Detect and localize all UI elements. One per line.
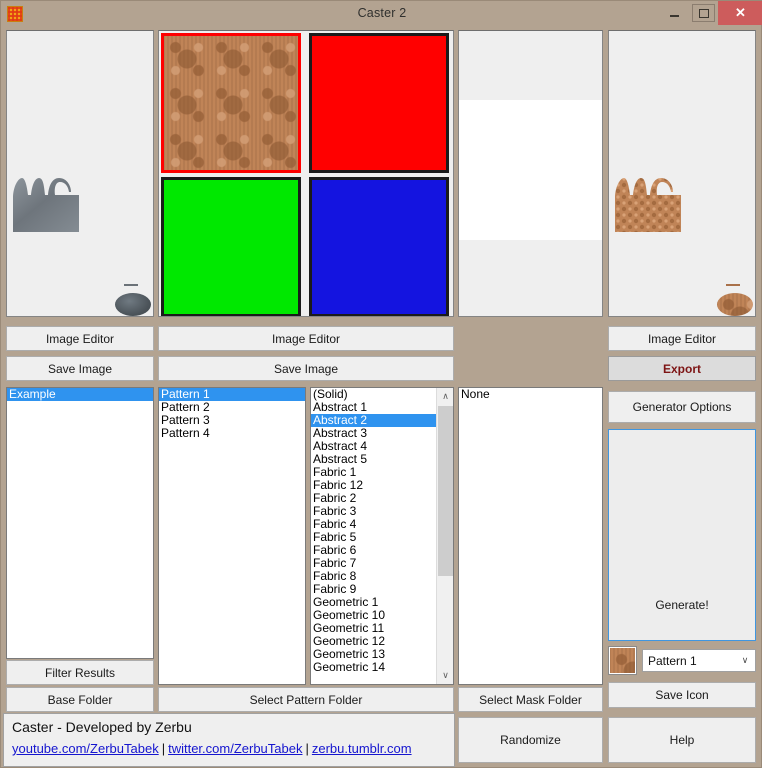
texture-list-rows: (Solid) Abstract 1 Abstract 2 Abstract 3…	[311, 388, 436, 684]
texture-list[interactable]: (Solid) Abstract 1 Abstract 2 Abstract 3…	[310, 387, 454, 685]
mask-image-preview[interactable]	[458, 30, 603, 317]
icon-pattern-dropdown[interactable]: Pattern 1 ∨	[642, 649, 756, 672]
mask-list[interactable]: None	[458, 387, 603, 685]
link-separator: |	[305, 741, 309, 756]
select-mask-folder-button[interactable]: Select Mask Folder	[458, 687, 603, 712]
list-item[interactable]: None	[459, 388, 602, 401]
save-image-pattern-button[interactable]: Save Image	[158, 356, 454, 381]
list-item[interactable]: Geometric 14	[311, 661, 436, 674]
swatch-blue[interactable]	[309, 177, 449, 316]
base-image-list-rows: Example	[7, 388, 153, 401]
icon-thumbnail[interactable]	[608, 646, 637, 675]
randomize-button[interactable]: Randomize	[458, 717, 603, 763]
window-title: Caster 2	[357, 6, 407, 20]
base-tanktop-shape	[13, 176, 85, 236]
pattern-list-rows: Pattern 1 Pattern 2 Pattern 3 Pattern 4	[159, 388, 305, 440]
scrollbar-thumb[interactable]	[438, 406, 453, 576]
pattern-swatch-preview[interactable]	[158, 30, 454, 317]
output-image-preview[interactable]	[608, 30, 756, 317]
export-button[interactable]: Export	[608, 356, 756, 381]
base-image-preview[interactable]	[6, 30, 154, 317]
window-controls: ✕	[660, 1, 762, 25]
footer-links: youtube.com/ZerbuTabek | twitter.com/Zerbu…	[4, 735, 454, 756]
swatch-damask[interactable]	[161, 33, 301, 173]
generator-options-button[interactable]: Generator Options	[608, 391, 756, 423]
mask-white-area	[459, 100, 602, 240]
output-tanktop-shape	[615, 176, 687, 236]
scroll-up-icon[interactable]: ∧	[437, 388, 453, 405]
base-oval-shape	[115, 293, 151, 316]
maximize-button[interactable]	[689, 1, 718, 25]
scroll-down-icon[interactable]: ∨	[437, 667, 453, 684]
icon-thumbnail-image	[610, 648, 635, 673]
output-strap-shape	[726, 284, 740, 286]
caster-window: Caster 2 ✕ Image Editor Image Editor Ima…	[0, 0, 762, 768]
swatch-red[interactable]	[309, 33, 449, 173]
minimize-button[interactable]	[660, 1, 689, 25]
image-editor-output-button[interactable]: Image Editor	[608, 326, 756, 351]
help-button[interactable]: Help	[608, 717, 756, 763]
footer: Caster - Developed by Zerbu youtube.com/…	[3, 713, 455, 767]
swatch-green[interactable]	[161, 177, 301, 316]
output-oval-shape	[717, 293, 753, 316]
chevron-down-icon[interactable]: ∨	[735, 650, 755, 671]
save-icon-button[interactable]: Save Icon	[608, 682, 756, 708]
tumblr-link[interactable]: zerbu.tumblr.com	[312, 741, 412, 756]
base-folder-button[interactable]: Base Folder	[6, 687, 154, 712]
texture-list-scrollbar[interactable]: ∧ ∨	[436, 388, 453, 684]
mask-list-rows: None	[459, 388, 602, 401]
base-image-list[interactable]: Example	[6, 387, 154, 659]
list-item[interactable]: Example	[7, 388, 153, 401]
image-editor-base-button[interactable]: Image Editor	[6, 326, 154, 351]
save-image-base-button[interactable]: Save Image	[6, 356, 154, 381]
close-button[interactable]: ✕	[718, 1, 762, 25]
filter-results-button[interactable]: Filter Results	[6, 660, 154, 685]
icon-pattern-value: Pattern 1	[648, 653, 697, 668]
credit-text: Caster - Developed by Zerbu	[12, 719, 192, 735]
image-editor-pattern-button[interactable]: Image Editor	[158, 326, 454, 351]
list-item[interactable]: Pattern 4	[159, 427, 305, 440]
base-strap-shape	[124, 284, 138, 286]
generate-button[interactable]: Generate!	[608, 429, 756, 641]
youtube-link[interactable]: youtube.com/ZerbuTabek	[12, 741, 159, 756]
pattern-list[interactable]: Pattern 1 Pattern 2 Pattern 3 Pattern 4	[158, 387, 306, 685]
link-separator: |	[161, 741, 166, 756]
select-pattern-folder-button[interactable]: Select Pattern Folder	[158, 687, 454, 712]
title-bar: Caster 2 ✕	[1, 1, 762, 25]
twitter-link[interactable]: twitter.com/ZerbuTabek	[168, 741, 302, 756]
